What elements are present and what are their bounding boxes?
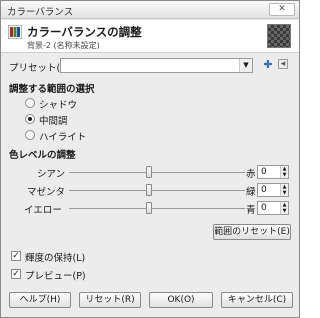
red-label: 赤 xyxy=(246,169,256,180)
radio-midtones[interactable] xyxy=(25,114,35,124)
magenta-label: マゼンタ xyxy=(27,187,66,198)
preset-menu-icon[interactable]: ◂ xyxy=(278,59,288,69)
preset-combo[interactable]: ▼ xyxy=(60,58,253,73)
preview-checkbox[interactable]: ✓ xyxy=(11,269,21,279)
spin-arrows-icon[interactable]: ▲ ▼ xyxy=(280,202,288,214)
reset-button[interactable]: リセット(R) xyxy=(79,292,141,308)
preview-label[interactable]: プレビュー(P) xyxy=(25,268,86,282)
cancel-button[interactable]: キャンセル(C) xyxy=(221,292,293,308)
range-heading: 調整する範囲の選択 xyxy=(9,84,95,95)
yellow-blue-value[interactable]: 0 ▲ ▼ xyxy=(257,201,289,215)
cyan-red-value-text[interactable]: 0 xyxy=(261,167,267,177)
preserve-luminosity-checkbox[interactable]: ✓ xyxy=(11,251,21,261)
add-preset-icon[interactable]: ✚ xyxy=(262,59,274,71)
header-title: カラーバランスの調整 xyxy=(27,25,142,39)
yellow-blue-value-text[interactable]: 0 xyxy=(261,203,267,213)
radio-shadows-label[interactable]: シャドウ xyxy=(39,97,77,111)
header-subtitle: 背景-2 (名称未設定) xyxy=(27,41,100,50)
chevron-down-icon[interactable]: ▼ xyxy=(239,59,252,72)
window-title: カラーバランス xyxy=(7,7,74,18)
cyan-label: シアン xyxy=(37,169,66,180)
yellow-label: イエロー xyxy=(24,205,62,216)
levels-heading: 色レベルの調整 xyxy=(9,150,76,161)
image-thumbnail xyxy=(267,24,291,48)
ok-button[interactable]: OK(O) xyxy=(149,292,213,308)
cyan-red-track[interactable] xyxy=(69,172,245,173)
yellow-blue-track[interactable] xyxy=(69,208,245,209)
color-balance-icon xyxy=(8,25,22,39)
help-button[interactable]: ヘルプ(H) xyxy=(9,292,71,308)
titlebar[interactable]: カラーバランス ✕ xyxy=(1,1,299,19)
cyan-red-slider[interactable] xyxy=(146,166,152,178)
radio-midtones-label[interactable]: 中間調 xyxy=(39,113,68,127)
reset-range-button[interactable]: 範囲のリセット(E) xyxy=(213,224,291,240)
radio-highlights[interactable] xyxy=(25,130,35,140)
dialog-header: カラーバランスの調整 背景-2 (名称未設定) xyxy=(1,20,299,53)
close-button[interactable]: ✕ xyxy=(269,3,295,16)
yellow-blue-slider[interactable] xyxy=(146,202,152,214)
magenta-green-slider[interactable] xyxy=(146,184,152,196)
magenta-green-value-text[interactable]: 0 xyxy=(261,185,267,195)
radio-shadows[interactable] xyxy=(25,98,35,108)
color-balance-dialog: カラーバランス ✕ カラーバランスの調整 背景-2 (名称未設定) プリセット(… xyxy=(0,0,300,318)
magenta-green-track[interactable] xyxy=(69,190,245,191)
spin-arrows-icon[interactable]: ▲ ▼ xyxy=(280,184,288,196)
radio-highlights-label[interactable]: ハイライト xyxy=(39,129,86,143)
blue-label: 青 xyxy=(246,205,256,216)
spin-arrows-icon[interactable]: ▲ ▼ xyxy=(280,166,288,178)
preserve-luminosity-label[interactable]: 輝度の保持(L) xyxy=(25,250,85,264)
cyan-red-value[interactable]: 0 ▲ ▼ xyxy=(257,165,289,179)
magenta-green-value[interactable]: 0 ▲ ▼ xyxy=(257,183,289,197)
green-label: 緑 xyxy=(246,187,256,198)
